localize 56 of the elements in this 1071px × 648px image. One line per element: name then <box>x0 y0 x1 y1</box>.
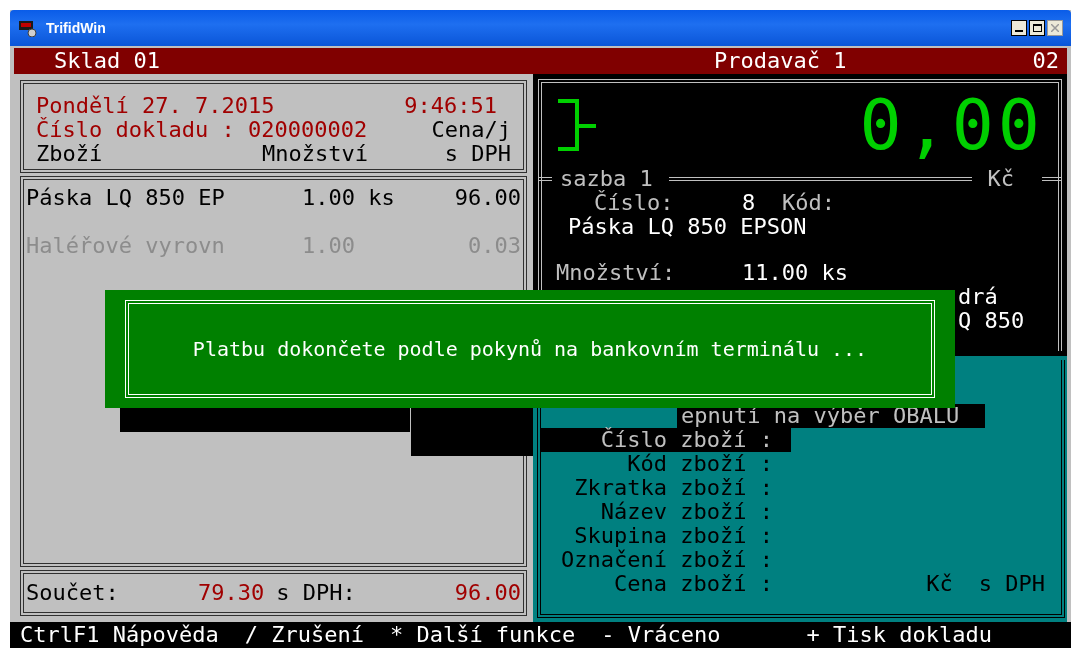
total-gross: 96.00 <box>454 581 521 605</box>
search-field[interactable]: Cena zboží : Kč s DPH <box>541 572 1061 596</box>
function-key[interactable]: + Tisk dokladu <box>806 623 992 647</box>
cashier-label: Prodavač 1 <box>714 49 847 73</box>
app-icon <box>18 19 38 37</box>
function-key[interactable]: / Zrušení <box>244 623 364 647</box>
product-name: Páska LQ 850 EPSON <box>567 215 808 239</box>
column-header: Množství <box>262 142 368 166</box>
document-number: Číslo dokladu : 020000002 <box>36 118 368 142</box>
item-quantity: 1.00 ks <box>302 186 395 210</box>
search-field[interactable]: Zkratka zboží : <box>541 476 1061 500</box>
quantity-label: Množství: <box>556 261 677 285</box>
field-label: Číslo zboží : <box>599 428 773 452</box>
column-header: s DPH <box>444 142 511 166</box>
search-field[interactable]: Název zboží : <box>541 500 1061 524</box>
function-key[interactable]: * Další funkce <box>389 623 576 647</box>
product-quantity: 11.00 ks <box>742 261 848 285</box>
field-label: Cena zboží : <box>613 572 773 596</box>
function-key[interactable]: CtrlF1 Nápověda <box>20 623 219 647</box>
receipt-row[interactable]: Páska LQ 850 EP 1.00 ks 96.00 <box>24 186 523 210</box>
item-price: 96.00 <box>454 186 521 210</box>
field-suffix: s DPH <box>978 572 1045 596</box>
code-label: Kód: <box>782 191 835 215</box>
number-label: Číslo: <box>594 191 675 215</box>
search-field[interactable]: Označení zboží : <box>541 548 1061 572</box>
total-label: Součet: <box>26 581 120 605</box>
minimize-button[interactable] <box>1011 20 1027 36</box>
close-icon <box>1051 24 1059 32</box>
total-net: 79.30 <box>198 581 265 605</box>
amount-display: 0,00 <box>859 90 1044 160</box>
field-label: Označení zboží : <box>560 548 773 572</box>
window-title: TrifidWin <box>46 18 106 38</box>
field-label: Skupina zboží : <box>573 524 773 548</box>
field-label: Zkratka zboží : <box>573 476 773 500</box>
bracket-icon <box>556 98 598 152</box>
partial-text: drá <box>957 285 999 309</box>
column-header: Cena/j <box>431 118 511 142</box>
field-suffix: Kč <box>926 572 953 596</box>
vat-rate-label: sazba 1 <box>559 167 653 191</box>
item-name: Páska LQ 850 EP <box>26 186 226 210</box>
dialog-message: Platbu dokončete podle pokynů na bankovním terminálu ... <box>192 336 868 363</box>
column-header: Zboží <box>36 142 104 166</box>
warehouse-label: Sklad 01 <box>54 49 161 73</box>
terminal-number: 02 <box>1032 49 1059 73</box>
vat-label: s DPH: <box>276 581 356 605</box>
partial-text: Q 850 <box>957 309 1026 333</box>
search-field[interactable]: Skupina zboží : <box>541 524 1061 548</box>
receipt-time: 9:46:51 <box>404 94 497 118</box>
currency-label: Kč <box>986 167 1015 191</box>
search-field[interactable]: Kód zboží : <box>541 452 1061 476</box>
field-label: Název zboží : <box>599 500 773 524</box>
maximize-button[interactable] <box>1029 20 1045 36</box>
function-key[interactable]: - Vráceno <box>601 623 721 647</box>
field-label: Kód zboží : <box>626 452 773 476</box>
receipt-date: Pondělí 27. 7.2015 <box>36 94 275 118</box>
product-number: 8 <box>742 191 757 215</box>
